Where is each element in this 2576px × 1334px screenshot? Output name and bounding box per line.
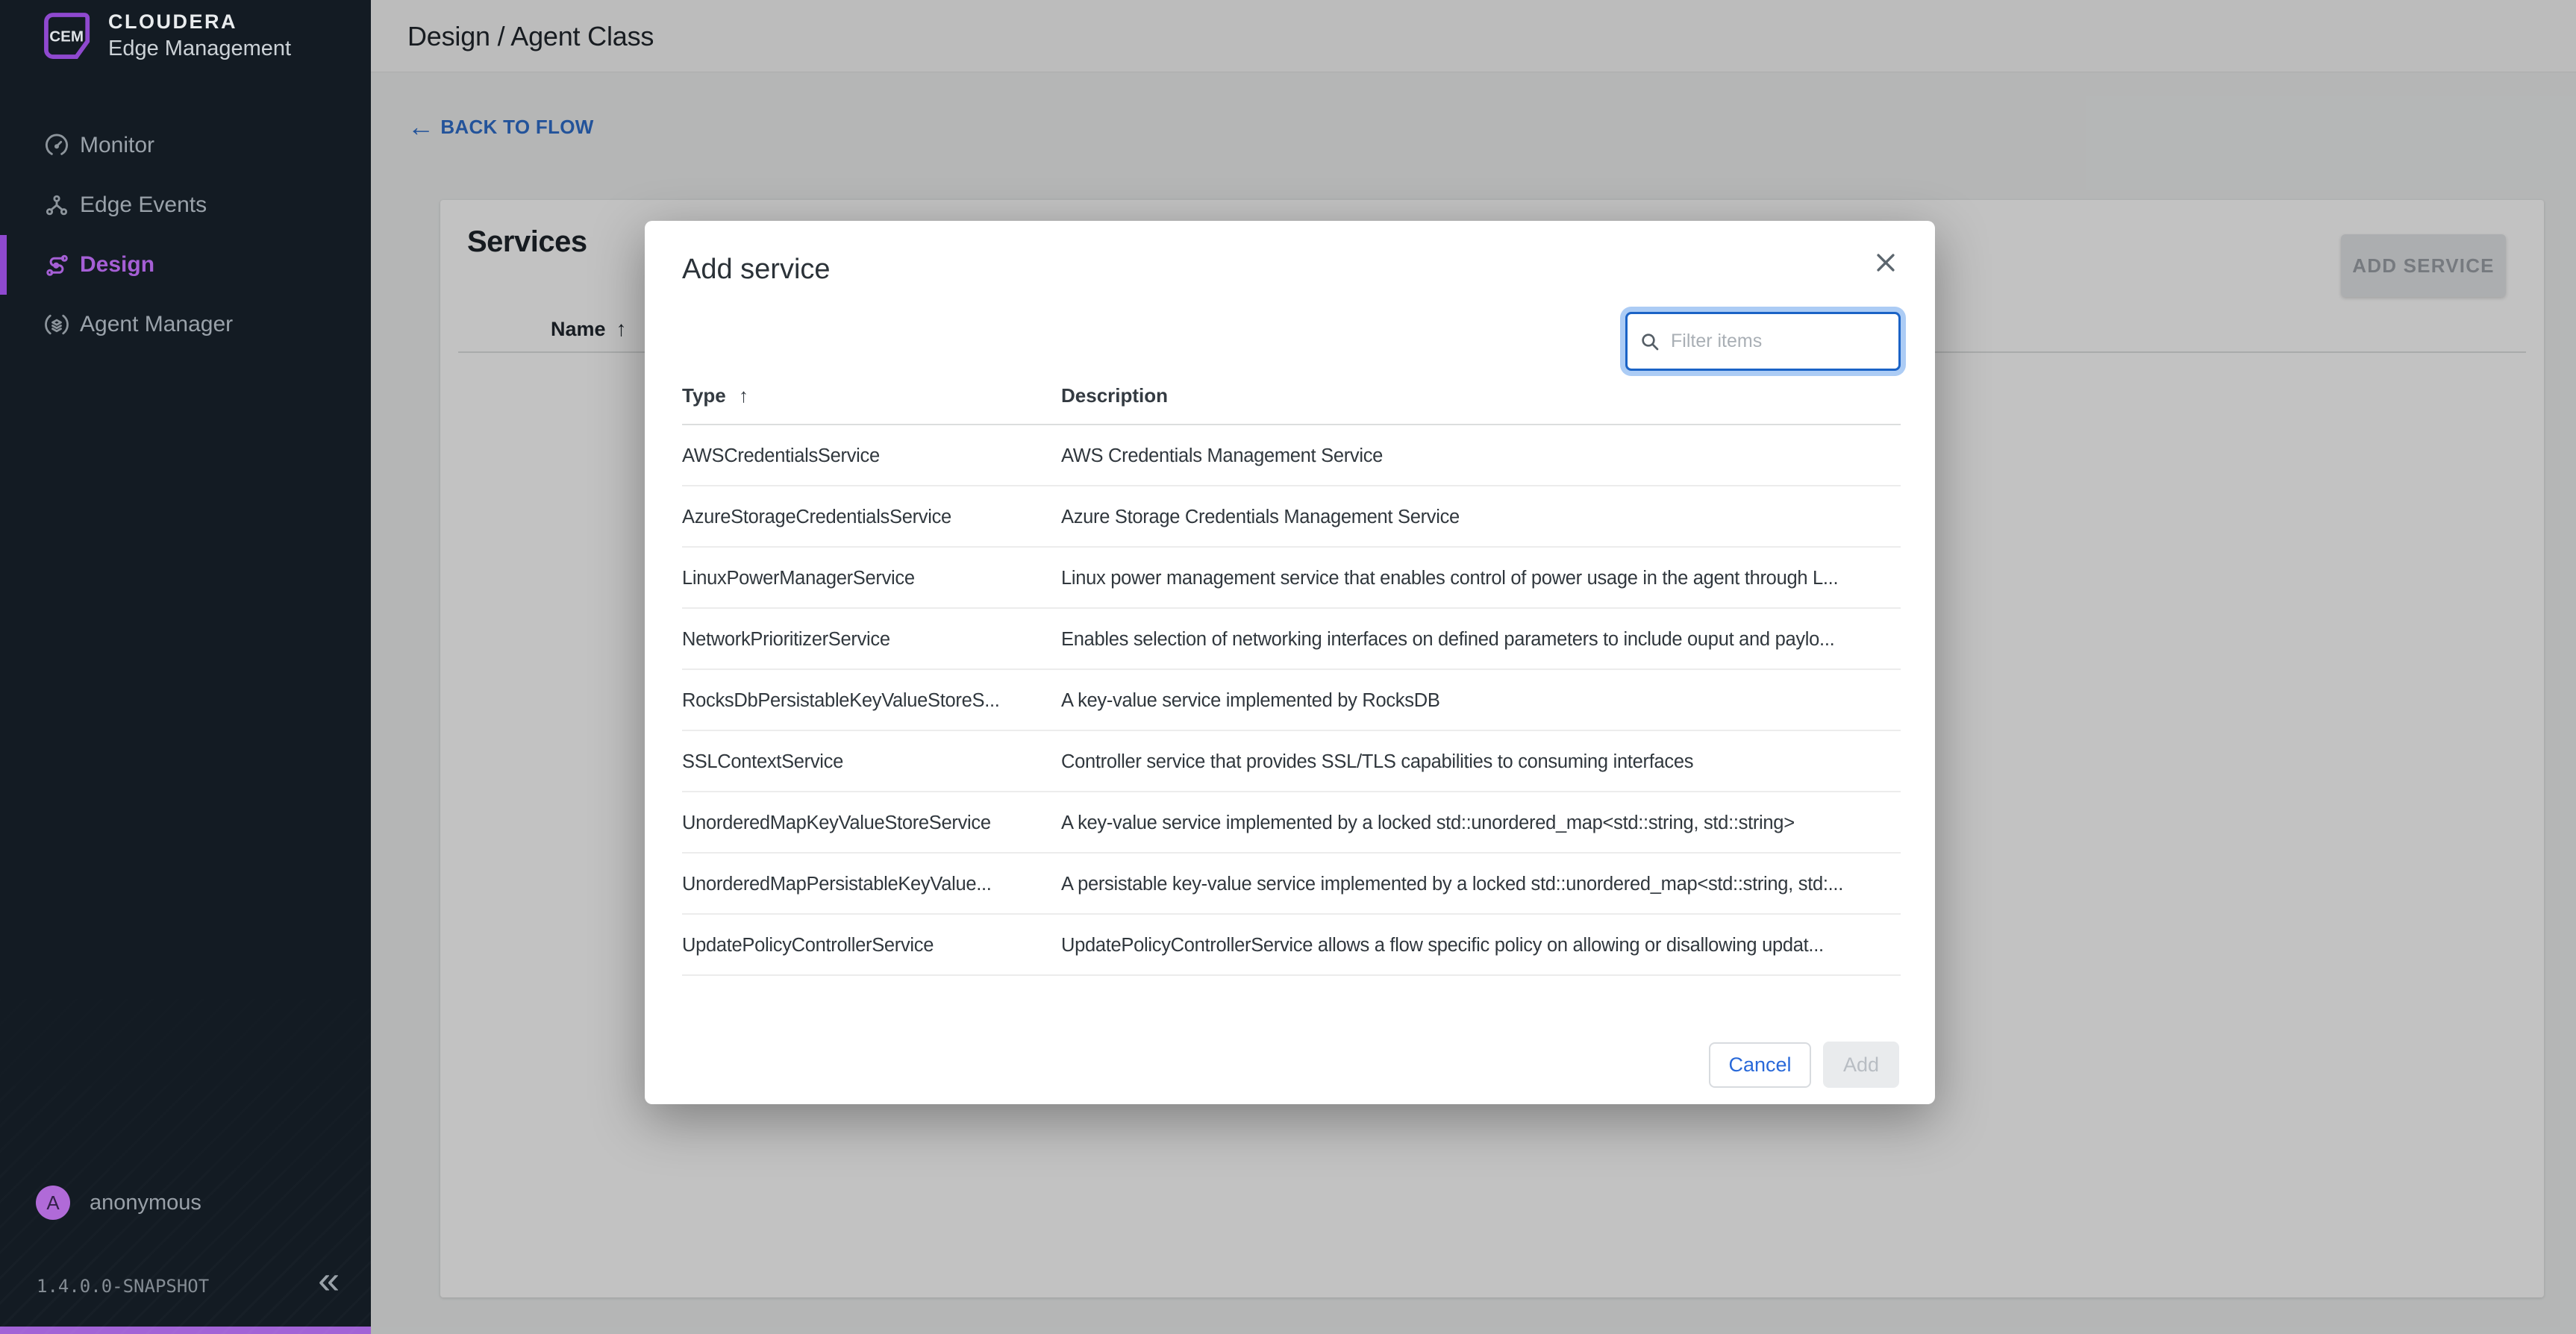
version-label: 1.4.0.0-SNAPSHOT: [37, 1276, 209, 1297]
table-row[interactable]: SSLContextService Controller service tha…: [682, 731, 1901, 792]
table-row[interactable]: UnorderedMapPersistableKeyValue... A per…: [682, 854, 1901, 915]
sidebar-item-edge-events[interactable]: Edge Events: [0, 175, 371, 235]
filter-items-input[interactable]: [1662, 314, 1898, 369]
collapse-sidebar-icon[interactable]: «: [318, 1261, 340, 1300]
table-row[interactable]: AzureStorageCredentialsService Azure Sto…: [682, 486, 1901, 548]
table-row[interactable]: LinuxPowerManagerService Linux power man…: [682, 548, 1901, 609]
edge-events-icon: [43, 191, 71, 219]
type-header-label: Type: [682, 384, 726, 407]
services-table-header: Type ↑ Description: [682, 377, 1901, 425]
service-description-cell: Linux power management service that enab…: [1061, 548, 1901, 609]
service-type-cell: AzureStorageCredentialsService: [682, 486, 1051, 548]
sidebar-item-agent-manager[interactable]: Agent Manager: [0, 295, 371, 354]
table-row[interactable]: NetworkPrioritizerService Enables select…: [682, 609, 1901, 670]
app-screen: Design / Agent Class ← BACK TO FLOW Serv…: [0, 0, 2576, 1334]
sidebar-item-label: Monitor: [80, 133, 154, 158]
service-description-cell: A persistable key-value service implemen…: [1061, 854, 1901, 915]
add-service-modal: Add service Type ↑ Description: [645, 221, 1935, 1104]
table-row[interactable]: UpdatePolicyControllerService UpdatePoli…: [682, 915, 1901, 976]
service-type-cell: UnorderedMapPersistableKeyValue...: [682, 854, 1051, 915]
services-table-body: AWSCredentialsService AWS Credentials Ma…: [682, 425, 1901, 976]
sidebar-accent-strip: [0, 1327, 371, 1334]
service-description-cell: UpdatePolicyControllerService allows a f…: [1061, 915, 1901, 976]
design-flow-icon: [43, 251, 71, 279]
service-type-cell: UpdatePolicyControllerService: [682, 915, 1051, 976]
modal-footer: Cancel Add: [645, 1038, 1935, 1090]
services-table: Type ↑ Description AWSCredentialsService…: [682, 377, 1901, 976]
service-type-cell: RocksDbPersistableKeyValueStoreS...: [682, 670, 1051, 731]
service-description-cell: AWS Credentials Management Service: [1061, 425, 1901, 486]
close-icon[interactable]: [1869, 246, 1902, 279]
sort-asc-icon: ↑: [739, 384, 748, 407]
brand-name: CLOUDERA: [108, 10, 291, 34]
sidebar-item-label: Design: [80, 252, 154, 278]
avatar: A: [36, 1186, 70, 1220]
gauge-icon: [43, 131, 71, 160]
add-button[interactable]: Add: [1823, 1042, 1899, 1088]
user-menu[interactable]: A anonymous: [36, 1186, 201, 1220]
service-description-cell: A key-value service implemented by a loc…: [1061, 792, 1901, 854]
modal-title: Add service: [682, 254, 831, 286]
search-icon: [1638, 330, 1662, 354]
sidebar-nav: Monitor Edge Events Desi: [0, 116, 371, 354]
user-name: anonymous: [90, 1191, 201, 1215]
table-row[interactable]: UnorderedMapKeyValueStoreService A key-v…: [682, 792, 1901, 854]
app-logo[interactable]: CEM CLOUDERA Edge Management: [43, 10, 291, 61]
sidebar-item-label: Agent Manager: [80, 312, 233, 337]
service-type-cell: AWSCredentialsService: [682, 425, 1051, 486]
service-description-cell: Controller service that provides SSL/TLS…: [1061, 731, 1901, 792]
service-description-cell: A key-value service implemented by Rocks…: [1061, 670, 1901, 731]
type-column-header[interactable]: Type ↑: [682, 384, 748, 407]
service-description-cell: Enables selection of networking interfac…: [1061, 609, 1901, 670]
sidebar-item-design[interactable]: Design: [0, 235, 371, 295]
table-row[interactable]: AWSCredentialsService AWS Credentials Ma…: [682, 425, 1901, 486]
sidebar: CEM CLOUDERA Edge Management Monitor: [0, 0, 371, 1334]
sidebar-item-label: Edge Events: [80, 192, 207, 218]
description-column-header[interactable]: Description: [1061, 384, 1168, 407]
service-type-cell: UnorderedMapKeyValueStoreService: [682, 792, 1051, 854]
agent-manager-icon: [43, 310, 71, 339]
service-description-cell: Azure Storage Credentials Management Ser…: [1061, 486, 1901, 548]
service-type-cell: SSLContextService: [682, 731, 1051, 792]
filter-field: [1625, 312, 1901, 371]
cancel-button[interactable]: Cancel: [1709, 1042, 1811, 1088]
cem-badge-label: CEM: [49, 28, 84, 45]
table-row[interactable]: RocksDbPersistableKeyValueStoreS... A ke…: [682, 670, 1901, 731]
cem-badge-icon: CEM: [43, 11, 92, 60]
sidebar-item-monitor[interactable]: Monitor: [0, 116, 371, 175]
service-type-cell: NetworkPrioritizerService: [682, 609, 1051, 670]
product-name: Edge Management: [108, 37, 291, 61]
service-type-cell: LinuxPowerManagerService: [682, 548, 1051, 609]
